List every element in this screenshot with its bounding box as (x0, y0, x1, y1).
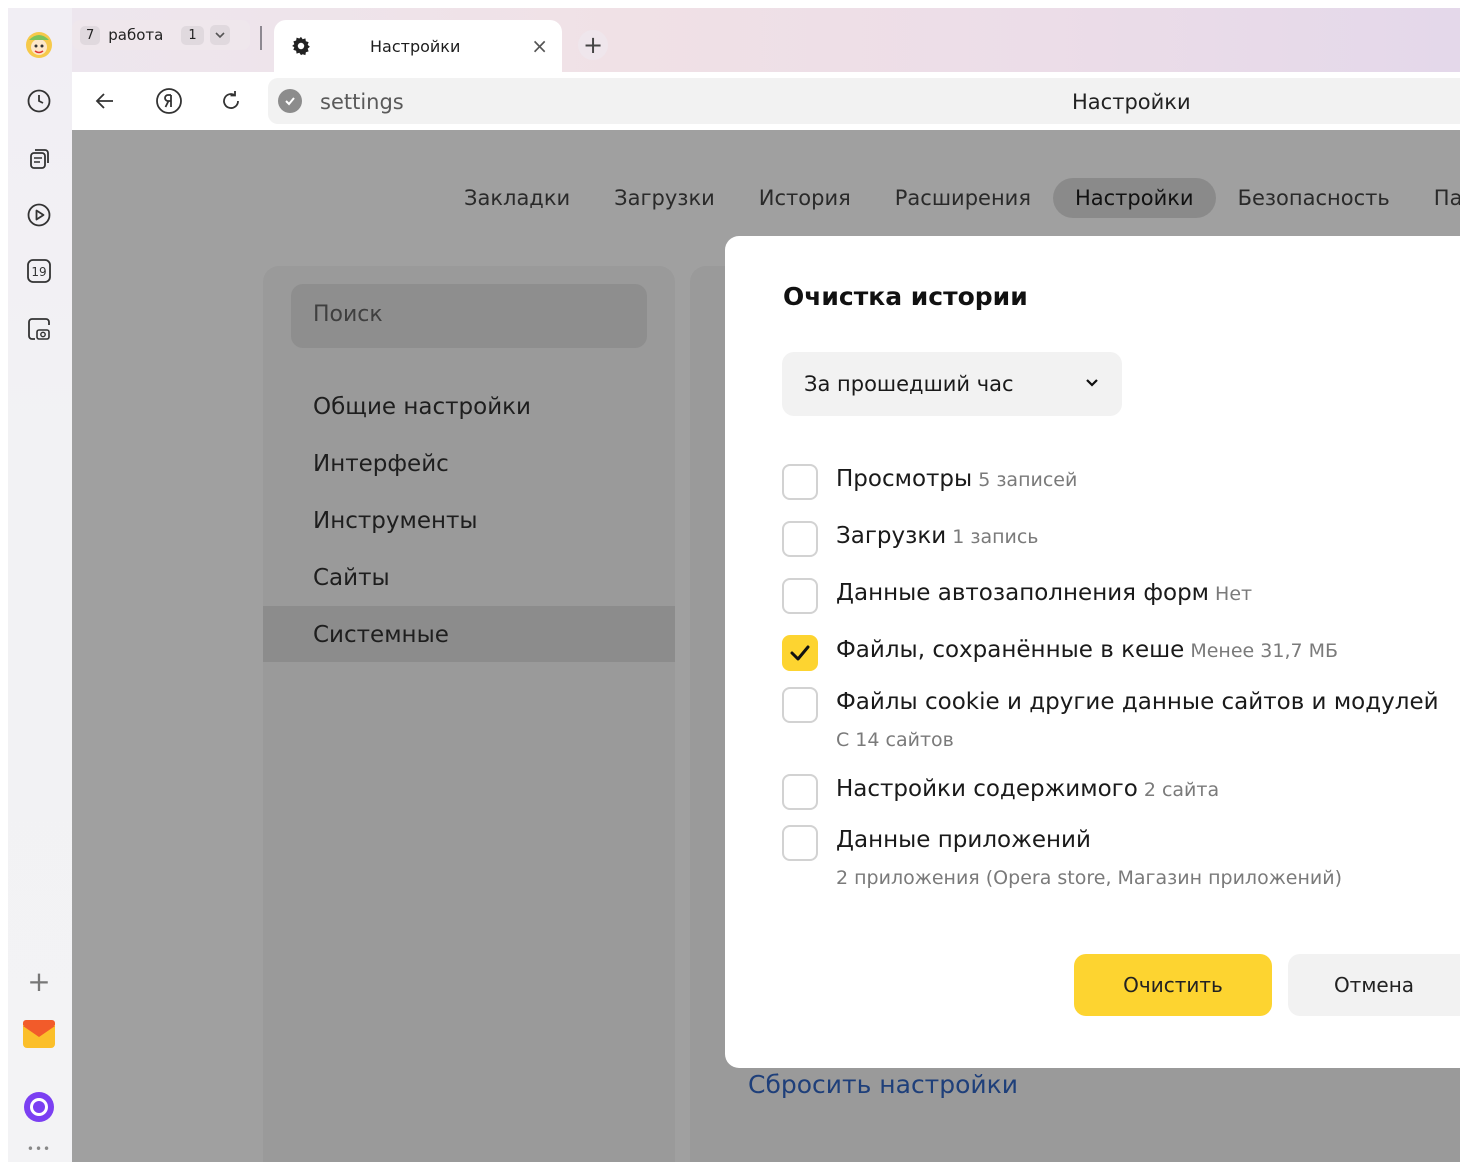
option-label-wrap: Данные автозаполнения форм Нет (836, 580, 1252, 606)
option-sub: С 14 сайтов (836, 729, 954, 751)
checkbox-checked[interactable] (782, 635, 818, 671)
tab-divider (260, 26, 262, 50)
site-shield-icon[interactable] (278, 89, 302, 113)
option-label-wrap: Загрузки 1 запись (836, 523, 1039, 549)
tab-title: Настройки (370, 36, 461, 56)
history-clock-icon[interactable] (22, 84, 56, 118)
menu-item-interface[interactable]: Интерфейс (313, 451, 449, 477)
settings-search-input[interactable]: Поиск (291, 284, 647, 348)
workspace-label: работа (108, 26, 164, 44)
search-placeholder: Поиск (313, 302, 383, 327)
workspace-switcher[interactable]: 7 работа 1 (72, 20, 250, 50)
url-text: settings (320, 90, 404, 114)
option-meta: Нет (1215, 583, 1253, 605)
page-title: Настройки (1072, 90, 1191, 114)
workspace-tab-count: 1 (181, 25, 204, 45)
option-label: Файлы cookie и другие данные сайтов и мо… (836, 689, 1439, 715)
settings-sidebar: Поиск Общие настройки Интерфейс Инструме… (263, 266, 675, 1162)
gear-icon (290, 35, 312, 57)
reload-icon[interactable] (214, 84, 248, 118)
option-label-wrap: Настройки содержимого 2 сайта (836, 776, 1219, 802)
option-meta: 5 записей (978, 469, 1078, 491)
nav-extensions[interactable]: Расширения (873, 178, 1053, 218)
more-icon[interactable]: ••• (22, 1132, 56, 1162)
option-label: Данные автозаполнения форм (836, 580, 1210, 606)
close-icon[interactable]: × (531, 34, 548, 58)
menu-item-system[interactable]: Системные (313, 622, 449, 648)
browser-sidebar: 19 + ••• (8, 8, 72, 1162)
play-video-icon[interactable] (22, 198, 56, 232)
option-label-wrap: Просмотры 5 записей (836, 466, 1077, 492)
dialog-title: Очистка истории (783, 282, 1028, 311)
yandex-home-icon[interactable] (152, 84, 186, 118)
checkbox[interactable] (782, 825, 818, 861)
url-field[interactable]: settings Настройки (268, 78, 1460, 124)
menu-item-general[interactable]: Общие настройки (313, 394, 531, 420)
period-select[interactable]: За прошедший час (782, 352, 1122, 416)
tab-strip: 7 работа 1 Настройки × + (72, 8, 1460, 72)
alice-assistant-icon[interactable] (22, 1090, 56, 1124)
period-selected-value: За прошедший час (804, 372, 1014, 396)
option-label: Данные приложений (836, 827, 1091, 853)
back-arrow-icon[interactable] (88, 84, 122, 118)
checkbox[interactable] (782, 578, 818, 614)
nav-passwords[interactable]: Пароли (1412, 178, 1460, 218)
option-label: Просмотры (836, 466, 973, 492)
menu-item-sites[interactable]: Сайты (313, 565, 390, 591)
menu-item-tools[interactable]: Инструменты (313, 508, 478, 534)
mail-icon[interactable] (22, 1018, 56, 1052)
reset-settings-link[interactable]: Сбросить настройки (748, 1070, 1018, 1099)
nav-downloads[interactable]: Загрузки (592, 178, 737, 218)
chevron-down-icon[interactable] (209, 25, 230, 45)
checkmark-icon (790, 645, 810, 661)
option-label-wrap: Файлы, сохранённые в кеше Менее 31,7 МБ (836, 637, 1338, 663)
nav-history[interactable]: История (737, 178, 873, 218)
tab-settings[interactable]: Настройки × (274, 20, 562, 72)
collections-icon[interactable] (22, 142, 56, 176)
option-label: Файлы, сохранённые в кеше (836, 637, 1185, 663)
cancel-button[interactable]: Отмена (1288, 954, 1460, 1016)
nav-security[interactable]: Безопасность (1216, 178, 1412, 218)
option-meta: Менее 31,7 МБ (1190, 640, 1339, 662)
nav-bookmarks[interactable]: Закладки (442, 178, 592, 218)
add-panel-icon[interactable]: + (22, 964, 56, 998)
new-tab-button[interactable]: + (578, 30, 608, 60)
option-meta: 1 запись (952, 526, 1039, 548)
option-label: Настройки содержимого (836, 776, 1138, 802)
workspace-number: 7 (80, 25, 101, 45)
checkbox[interactable] (782, 774, 818, 810)
calendar-icon[interactable]: 19 (22, 254, 56, 288)
checkbox[interactable] (782, 521, 818, 557)
option-meta: 2 сайта (1143, 779, 1220, 801)
chevron-down-icon (1084, 374, 1100, 390)
settings-top-nav: Закладки Загрузки История Расширения Нас… (442, 176, 1460, 220)
profile-avatar[interactable] (22, 28, 56, 62)
calendar-day-number: 19 (31, 265, 46, 279)
option-label: Загрузки (836, 523, 947, 549)
clear-history-dialog: Очистка истории За прошедший час Просмот… (725, 236, 1460, 1068)
checkbox[interactable] (782, 687, 818, 723)
screenshot-camera-icon[interactable] (22, 312, 56, 346)
nav-settings[interactable]: Настройки (1052, 178, 1216, 218)
checkbox[interactable] (782, 464, 818, 500)
option-sub: 2 приложения (Opera store, Магазин прило… (836, 867, 1343, 889)
clear-button[interactable]: Очистить (1074, 954, 1272, 1016)
address-bar: settings Настройки (72, 72, 1460, 130)
